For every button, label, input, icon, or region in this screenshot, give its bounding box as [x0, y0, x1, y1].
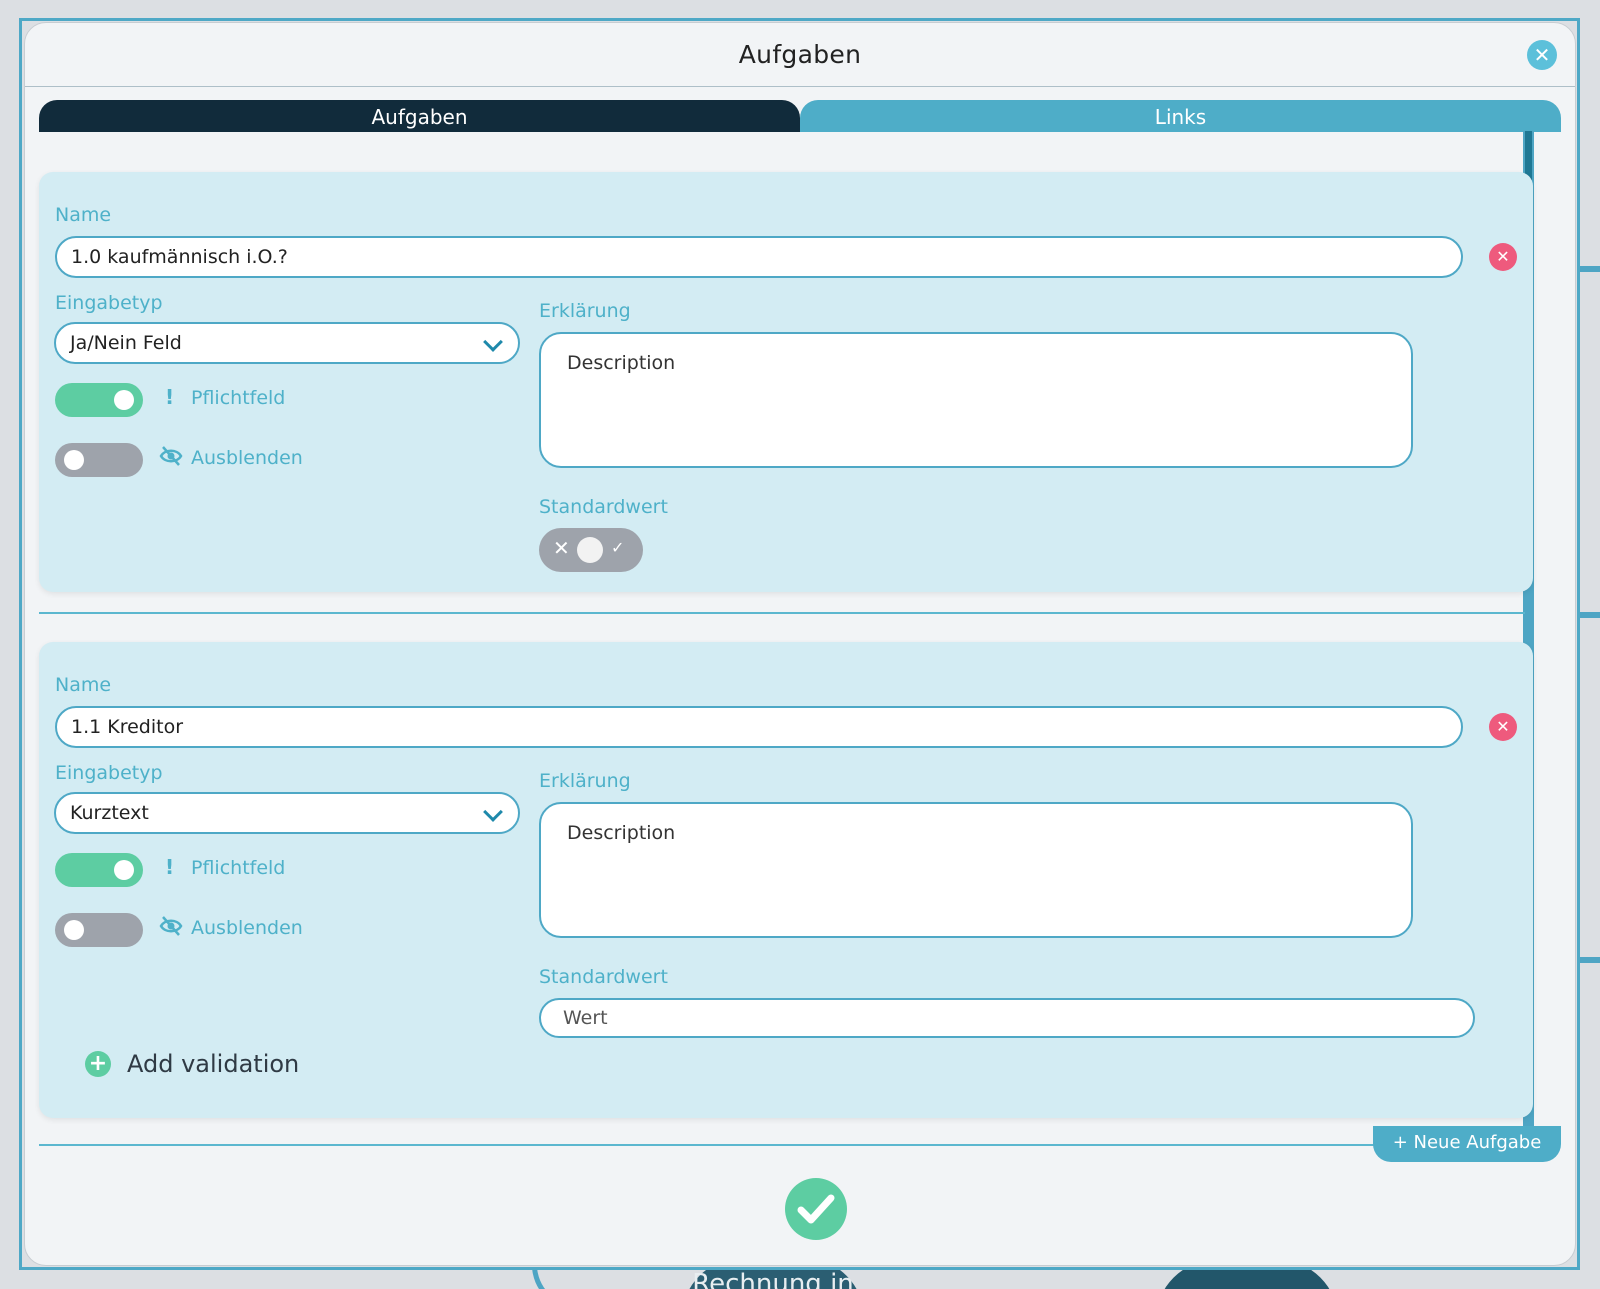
exclamation-icon: !: [165, 855, 175, 879]
input-type-select[interactable]: Kurztext: [54, 792, 520, 834]
remove-task-icon[interactable]: ✕: [1489, 243, 1517, 271]
toggle-knob: [114, 860, 134, 880]
input-type-select[interactable]: Ja/Nein Feld: [54, 322, 520, 364]
modal-header: Aufgaben ✕: [25, 23, 1575, 87]
task-list: Name 1.0 kaufmännisch i.O.? ✕ Eingabetyp…: [39, 132, 1547, 1148]
default-value-label: Standardwert: [539, 496, 668, 518]
required-toggle[interactable]: [55, 383, 143, 417]
chevron-down-icon: [483, 332, 503, 352]
default-value-label: Standardwert: [539, 966, 668, 988]
cross-icon: ✕: [553, 536, 570, 560]
toggle-knob: [577, 537, 603, 563]
hide-label: Ausblenden: [191, 447, 303, 469]
toggle-knob: [64, 920, 84, 940]
chevron-down-icon: [483, 802, 503, 822]
explanation-label: Erklärung: [539, 300, 631, 322]
input-type-label: Eingabetyp: [55, 762, 163, 784]
toggle-knob: [114, 390, 134, 410]
explanation-textarea[interactable]: Description: [539, 802, 1413, 938]
check-icon: [797, 1194, 835, 1224]
remove-task-icon[interactable]: ✕: [1489, 713, 1517, 741]
explanation-label: Erklärung: [539, 770, 631, 792]
add-validation-label: Add validation: [127, 1050, 300, 1078]
task-name-input[interactable]: 1.1 Kreditor: [55, 706, 1463, 748]
default-value-input[interactable]: Wert: [539, 998, 1475, 1038]
eye-slash-icon: [159, 445, 183, 472]
tasks-modal: Aufgaben ✕ Aufgaben Links Name 1.0 kaufm…: [24, 22, 1576, 1266]
task-divider: [39, 612, 1525, 614]
task-divider: [39, 1144, 1525, 1146]
explanation-textarea[interactable]: Description: [539, 332, 1413, 468]
background-node-label: Rechnung in: [692, 1269, 854, 1289]
task-card: Name 1.0 kaufmännisch i.O.? ✕ Eingabetyp…: [39, 172, 1533, 592]
input-type-label: Eingabetyp: [55, 292, 163, 314]
plus-icon: +: [85, 1051, 111, 1077]
hide-toggle[interactable]: [55, 913, 143, 947]
name-label: Name: [55, 204, 112, 226]
task-name-input[interactable]: 1.0 kaufmännisch i.O.?: [55, 236, 1463, 278]
tab-bar: Aufgaben Links: [39, 100, 1561, 132]
default-value-tristate-toggle[interactable]: ✕ ✓: [539, 528, 643, 572]
input-type-value: Ja/Nein Feld: [70, 332, 182, 354]
new-task-button[interactable]: + Neue Aufgabe: [1373, 1126, 1561, 1162]
modal-title: Aufgaben: [738, 40, 862, 69]
toggle-knob: [64, 450, 84, 470]
tab-links[interactable]: Links: [800, 100, 1561, 132]
input-type-value: Kurztext: [70, 802, 149, 824]
required-label: Pflichtfeld: [191, 387, 286, 409]
add-validation-button[interactable]: + Add validation: [85, 1050, 299, 1078]
exclamation-icon: !: [165, 385, 175, 409]
close-icon[interactable]: ✕: [1527, 40, 1557, 70]
required-toggle[interactable]: [55, 853, 143, 887]
eye-slash-icon: [159, 915, 183, 942]
name-label: Name: [55, 674, 112, 696]
task-card: Name 1.1 Kreditor ✕ Eingabetyp Kurztext …: [39, 642, 1533, 1118]
hide-label: Ausblenden: [191, 917, 303, 939]
check-icon: ✓: [611, 538, 625, 557]
hide-toggle[interactable]: [55, 443, 143, 477]
required-label: Pflichtfeld: [191, 857, 286, 879]
tab-aufgaben[interactable]: Aufgaben: [39, 100, 800, 132]
confirm-button[interactable]: [785, 1178, 847, 1240]
